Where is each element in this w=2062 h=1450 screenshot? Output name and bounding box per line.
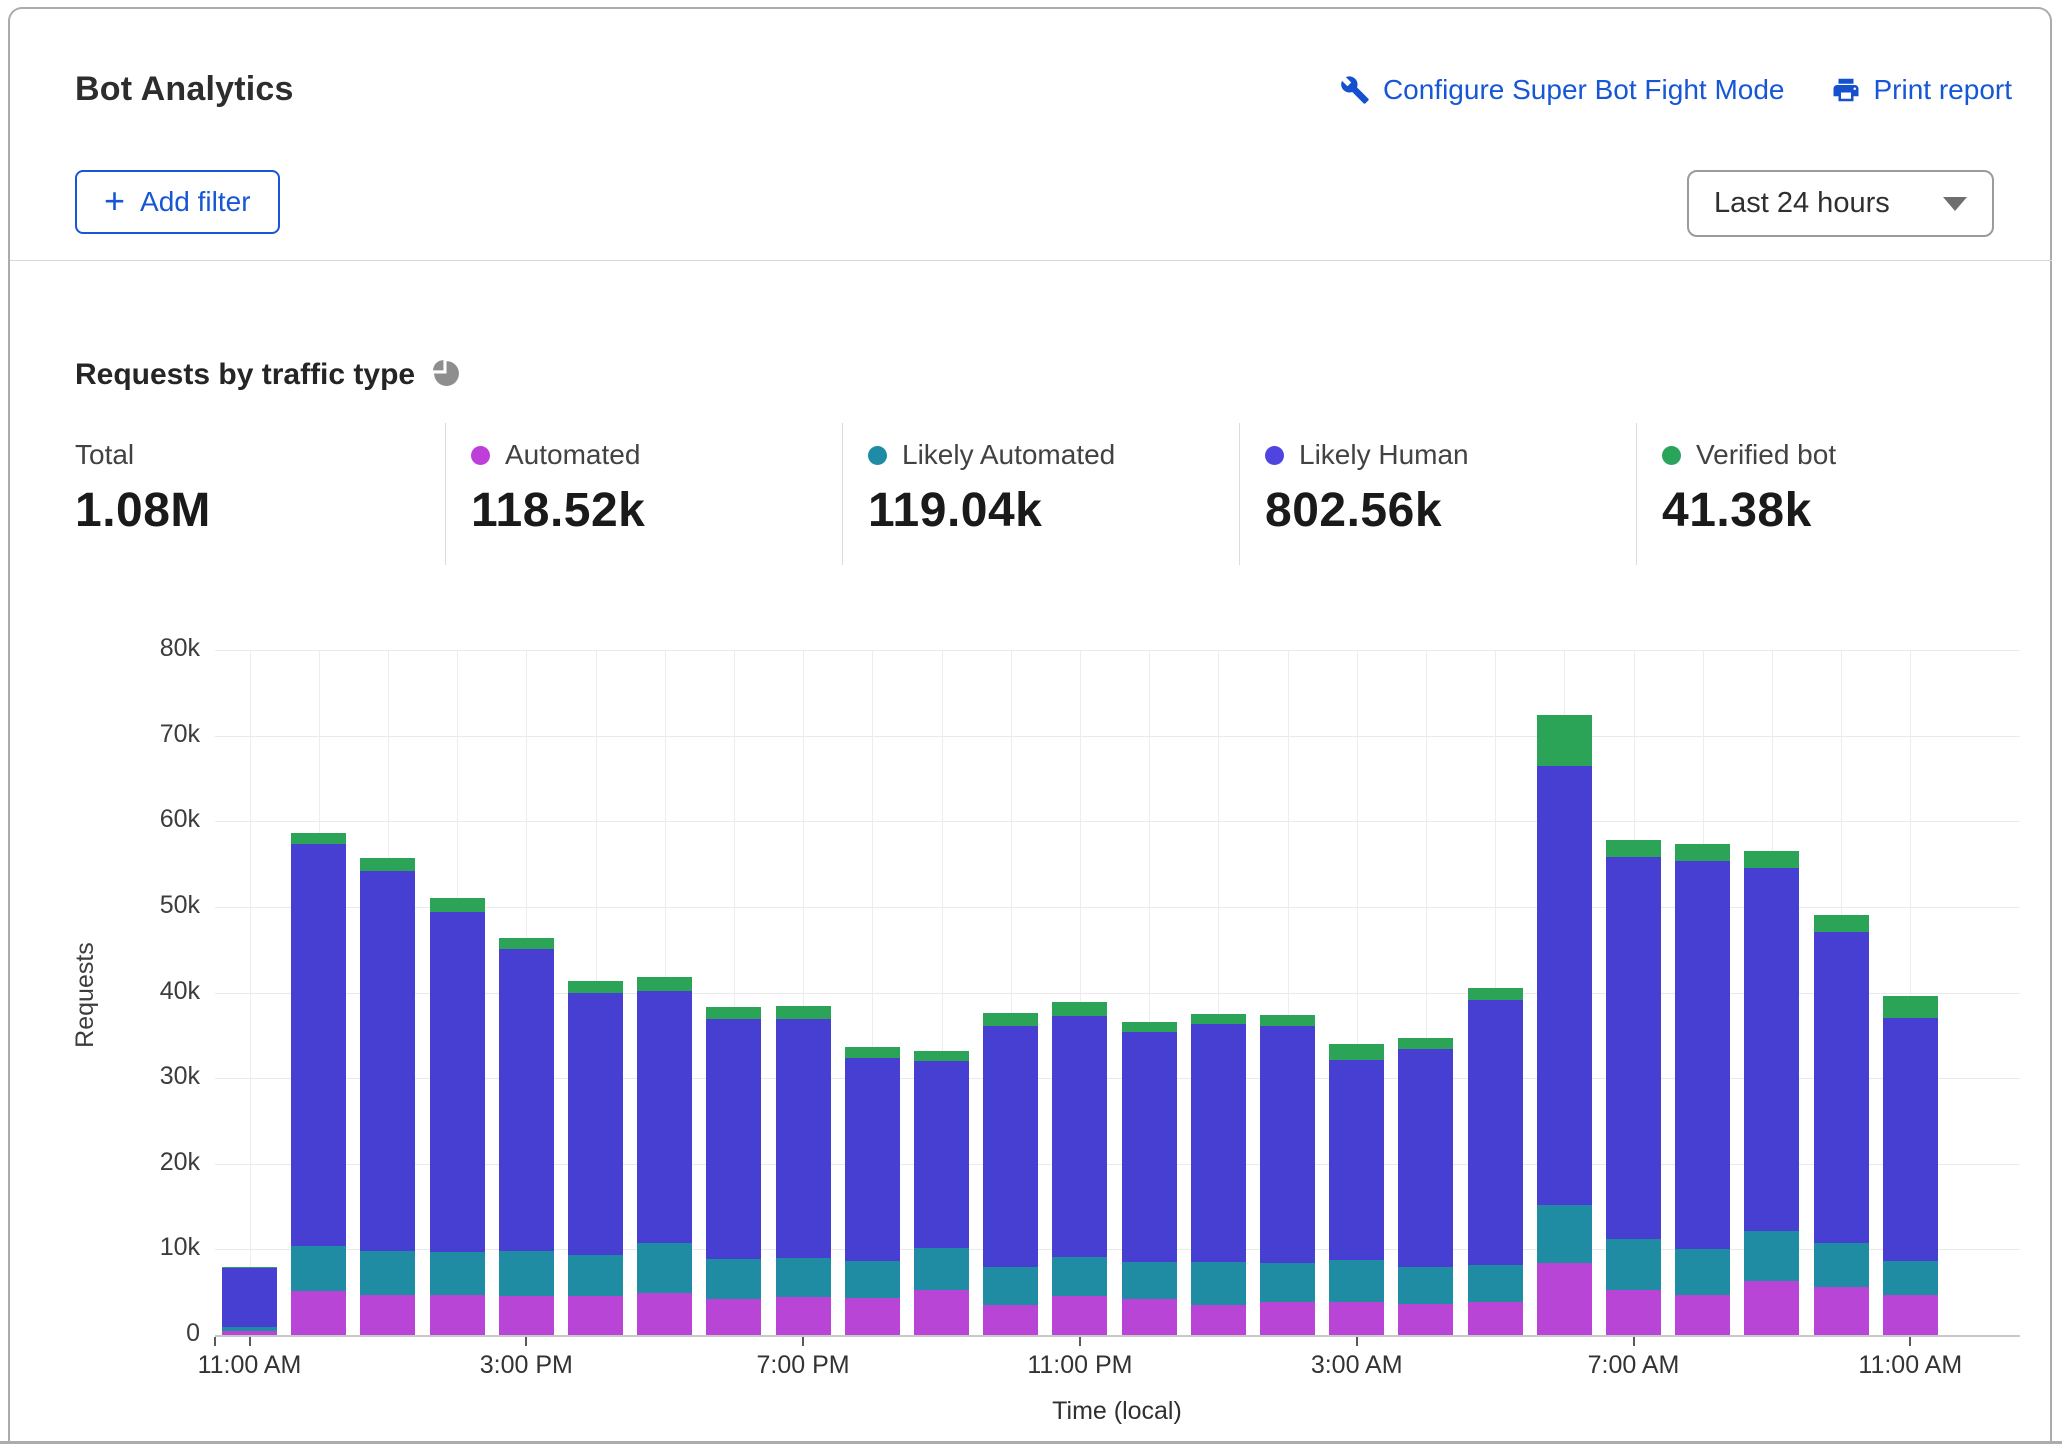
traffic-type-legend: Total 1.08M Automated 118.52k Likely Aut… [75,423,2033,565]
pie-chart-icon [431,358,460,392]
bottom-section-edge [0,1441,2062,1444]
stat-label: Total [75,439,134,471]
stat-likely-human: Likely Human 802.56k [1239,423,1636,565]
filter-row: + Add filter Last 24 hours [75,170,1994,237]
chart-section-title: Requests by traffic type [75,358,460,392]
page-title: Bot Analytics [75,70,294,109]
header-row: Bot Analytics Configure Super Bot Fight … [75,70,2012,109]
stat-value: 41.38k [1662,483,2033,538]
add-filter-label: Add filter [140,186,251,218]
time-range-select[interactable]: Last 24 hours [1687,170,1994,237]
stat-automated: Automated 118.52k [445,423,842,565]
stat-label: Automated [505,439,640,471]
stat-label: Likely Human [1299,439,1469,471]
add-filter-button[interactable]: + Add filter [75,170,280,234]
header-links: Configure Super Bot Fight Mode Print rep… [1340,74,2012,106]
stat-likely-automated: Likely Automated 119.04k [842,423,1239,565]
stat-total: Total 1.08M [75,423,445,565]
print-report-link[interactable]: Print report [1831,74,2013,106]
stat-value: 1.08M [75,483,445,538]
stat-label: Verified bot [1696,439,1836,471]
printer-icon [1831,75,1861,105]
time-range-value: Last 24 hours [1714,187,1890,220]
stat-value: 119.04k [868,483,1239,538]
stat-dot [1265,446,1284,465]
wrench-icon [1340,75,1370,105]
configure-super-bot-fight-mode-link[interactable]: Configure Super Bot Fight Mode [1340,74,1785,106]
stat-verified-bot: Verified bot 41.38k [1636,423,2033,565]
chevron-down-icon [1943,197,1967,211]
stat-value: 802.56k [1265,483,1636,538]
stat-value: 118.52k [471,483,842,538]
header-divider [10,260,2052,261]
configure-link-label: Configure Super Bot Fight Mode [1383,74,1785,106]
chart-title-text: Requests by traffic type [75,358,415,392]
print-link-label: Print report [1874,74,2013,106]
plus-icon: + [104,183,125,219]
stat-dot [1662,446,1681,465]
stat-dot [868,446,887,465]
stat-dot [471,446,490,465]
stat-label: Likely Automated [902,439,1115,471]
